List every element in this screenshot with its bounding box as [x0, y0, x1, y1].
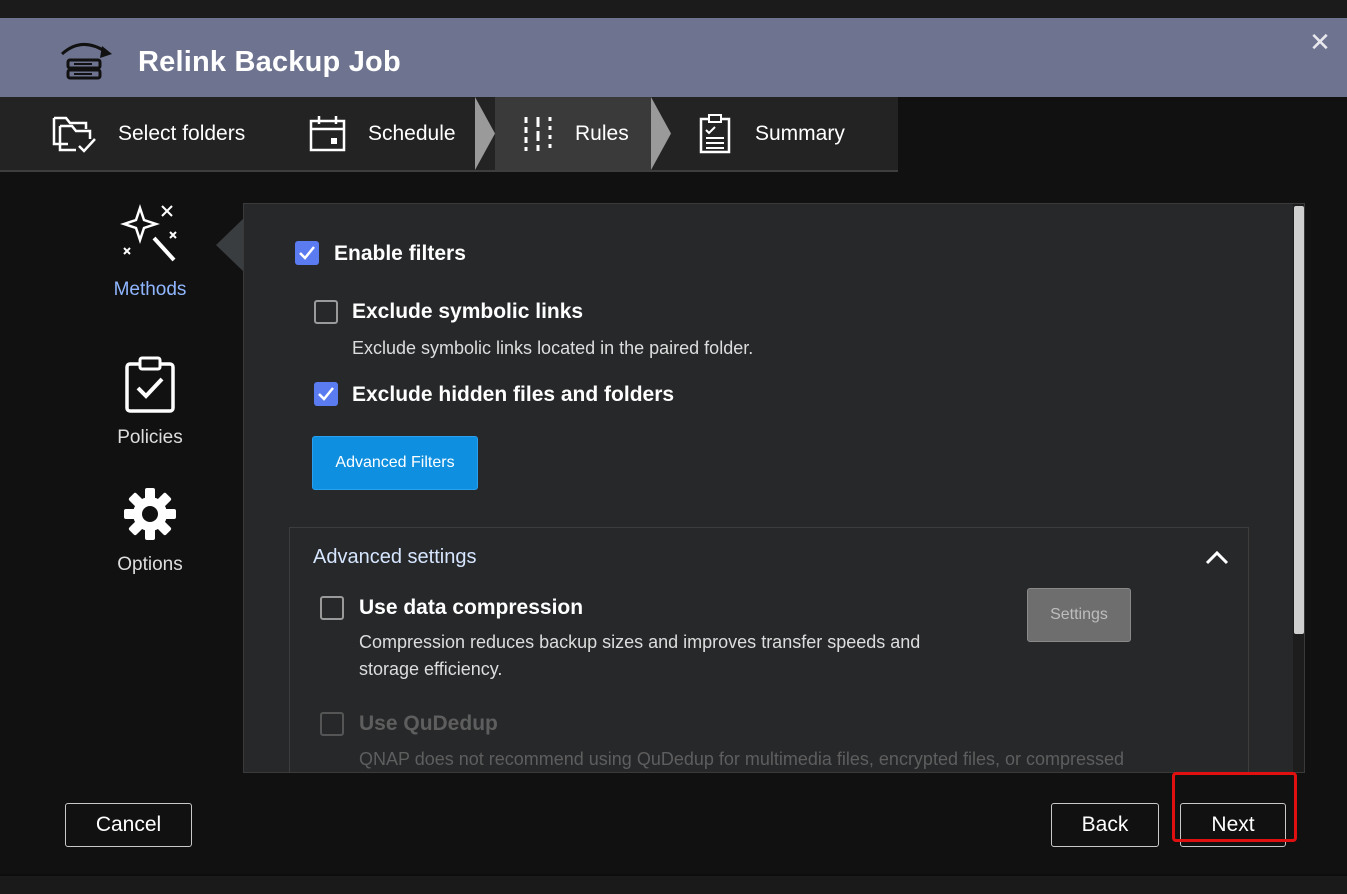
step-select-folders[interactable]: Select folders: [52, 97, 245, 170]
close-icon[interactable]: ✕: [1306, 28, 1334, 56]
nav-options[interactable]: Options: [100, 487, 200, 576]
qudedup-label: Use QuDedup: [359, 712, 498, 735]
nav-label: Options: [117, 554, 183, 575]
chevron-up-icon[interactable]: [1204, 548, 1230, 566]
exclude-symlinks-label: Exclude symbolic links: [352, 300, 584, 323]
nav-methods[interactable]: Methods: [100, 204, 200, 301]
compression-settings-button[interactable]: Settings: [1027, 588, 1131, 642]
step-separator: [475, 97, 495, 170]
step-summary[interactable]: Summary: [697, 97, 845, 170]
exclude-hidden-checkbox[interactable]: [314, 382, 338, 406]
scrollbar-thumb[interactable]: [1294, 206, 1304, 634]
exclude-hidden-label: Exclude hidden files and folders: [352, 383, 675, 406]
checkmark-icon: [299, 246, 315, 260]
window-title: Relink Backup Job: [138, 46, 401, 78]
wizard-steps: Select folders Schedule Rules Summary: [0, 97, 1347, 172]
background-strip-bottom: [0, 876, 1347, 894]
data-compression-description-line1: Compression reduces backup sizes and imp…: [359, 632, 921, 652]
exclude-symlinks-description: Exclude symbolic links located in the pa…: [352, 338, 754, 358]
data-compression-checkbox[interactable]: [320, 596, 344, 620]
advanced-settings-section: Advanced settings Use data compression C…: [289, 527, 1249, 772]
enable-filters-label: Enable filters: [334, 242, 466, 265]
clipboard-list-icon: [699, 113, 731, 153]
exclude-symlinks-checkbox[interactable]: [314, 300, 338, 324]
qudedup-description: QNAP does not recommend using QuDedup fo…: [359, 749, 1125, 769]
gear-icon: [124, 488, 176, 540]
background-strip-top: [0, 0, 1347, 18]
step-rules[interactable]: Rules: [495, 97, 651, 170]
cancel-button[interactable]: Cancel: [65, 803, 192, 847]
nav-label: Policies: [117, 427, 183, 448]
panel-scrollbar[interactable]: [1293, 204, 1304, 772]
step-label: Select folders: [118, 121, 246, 145]
steps-track: Select folders Schedule Rules Summary: [0, 97, 898, 170]
back-button[interactable]: Back: [1051, 803, 1159, 847]
next-button-highlight: [1172, 772, 1297, 842]
step-label: Summary: [755, 121, 845, 145]
clipboard-check-icon: [125, 356, 175, 413]
relink-backup-dialog: Relink Backup Job ✕ Select folders Sched…: [0, 18, 1347, 874]
data-compression-label: Use data compression: [359, 596, 584, 619]
sliders-icon: [524, 116, 552, 151]
qudedup-checkbox[interactable]: [320, 712, 344, 736]
advanced-filters-button[interactable]: Advanced Filters: [312, 436, 478, 490]
nav-policies[interactable]: Policies: [100, 356, 200, 449]
advanced-settings-title: Advanced settings: [313, 546, 477, 568]
calendar-icon: [309, 115, 346, 151]
enable-filters-checkbox[interactable]: [295, 241, 319, 265]
checkmark-icon: [318, 387, 334, 401]
steps-underline: [0, 170, 898, 172]
magic-wand-icon: [120, 204, 177, 262]
step-label: Schedule: [368, 121, 456, 145]
step-separator: [651, 97, 671, 170]
step-label: Rules: [575, 121, 629, 145]
rules-panel: Enable filters Exclude symbolic links Ex…: [243, 203, 1305, 773]
data-compression-description-line2: storage efficiency.: [359, 659, 503, 679]
backup-job-icon: [56, 36, 114, 82]
nav-label: Methods: [113, 279, 187, 300]
title-bar: Relink Backup Job ✕: [0, 18, 1347, 97]
folders-check-icon: [52, 116, 96, 153]
step-schedule[interactable]: Schedule: [308, 97, 456, 170]
active-nav-pointer: [216, 218, 244, 272]
